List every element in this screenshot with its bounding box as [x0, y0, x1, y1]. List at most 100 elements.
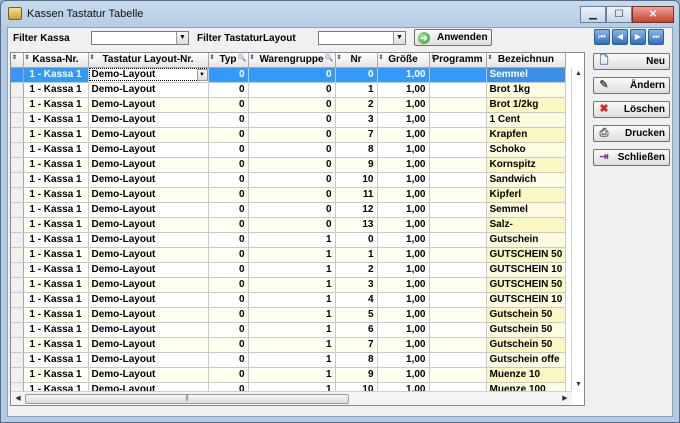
table-cell[interactable]: 1,00 [377, 172, 430, 188]
table-cell[interactable]: Demo-Layout [88, 202, 209, 218]
table-cell[interactable]: 0 [208, 82, 249, 98]
table-cell[interactable] [429, 247, 487, 263]
table-cell[interactable]: 1 - Kassa 1 [23, 157, 89, 173]
table-cell[interactable]: 1,00 [377, 307, 430, 323]
table-cell[interactable]: 0 [208, 202, 249, 218]
table-cell[interactable] [429, 232, 487, 248]
table-cell[interactable] [429, 142, 487, 158]
table-cell[interactable]: 0 [248, 67, 336, 83]
next-record-button[interactable]: ▶ [630, 29, 646, 45]
table-cell[interactable]: 7 [335, 337, 378, 353]
table-cell[interactable]: 0 [248, 187, 336, 203]
table-row[interactable]: 1 - Kassa 1 Demo-Layout 0 0 12 1,00 Semmel [11, 202, 567, 218]
table-row[interactable]: 1 - Kassa 1 Demo-Layout 0 1 8 1,00 Gutschein o… [11, 352, 567, 368]
table-cell[interactable]: Demo-Layout [88, 262, 209, 278]
table-cell[interactable]: Schoko [486, 142, 567, 158]
table-cell[interactable]: 1 [335, 82, 378, 98]
previous-record-button[interactable]: ◀ [612, 29, 628, 45]
table-cell[interactable] [429, 322, 487, 338]
table-cell[interactable]: 1 - Kassa 1 [23, 337, 89, 353]
table-row[interactable]: 1 - Kassa 1 Demo-Layout 0 1 7 1,00 Gutschein 5… [11, 337, 567, 353]
table-cell[interactable]: Semmel [486, 67, 567, 83]
table-cell[interactable]: 0 [208, 157, 249, 173]
filter-kassa-combo[interactable]: ▼ [91, 31, 189, 45]
table-cell[interactable]: 0 [208, 232, 249, 248]
table-cell[interactable]: 1,00 [377, 97, 430, 113]
row-header[interactable] [11, 367, 24, 383]
horizontal-scrollbar[interactable]: ◀ ⫼ ▶ [11, 391, 572, 405]
vertical-scrollbar[interactable]: ▲ ▼ [571, 68, 584, 390]
table-cell[interactable]: 0 [208, 337, 249, 353]
row-header[interactable] [11, 292, 24, 308]
table-row[interactable]: 1 - Kassa 1 Demo-Layout 0 1 2 1,00 GUTSCHEIN 1… [11, 262, 567, 278]
table-cell[interactable]: 1,00 [377, 82, 430, 98]
table-cell[interactable]: Demo-Layout ▼ [88, 67, 209, 83]
table-cell[interactable]: 8 [335, 352, 378, 368]
table-cell[interactable]: 1 - Kassa 1 [23, 352, 89, 368]
last-record-button[interactable]: ⏭ [648, 29, 664, 45]
table-cell[interactable]: GUTSCHEIN 10 [486, 292, 567, 308]
table-cell[interactable]: 1 - Kassa 1 [23, 97, 89, 113]
table-cell[interactable]: 3 [335, 277, 378, 293]
scroll-thumb[interactable]: ⫼ [25, 394, 349, 404]
chevron-down-icon[interactable]: ▼ [393, 32, 405, 44]
table-cell[interactable]: 0 [248, 112, 336, 128]
table-cell[interactable]: 1 [248, 322, 336, 338]
table-cell[interactable]: Demo-Layout [88, 142, 209, 158]
table-cell[interactable]: 7 [335, 127, 378, 143]
row-header[interactable] [11, 142, 24, 158]
table-row[interactable]: 1 - Kassa 1 Demo-Layout ▼ 0 0 0 1,00 Semmel [11, 67, 567, 83]
keyboard-table[interactable]: ⇕ ⇕ Kassa-Nr. ⇕ Tastatur Layout-Nr. ⇕ Typ 🔍 … [10, 52, 585, 406]
table-cell[interactable] [429, 367, 487, 383]
print-button[interactable]: ⎙ Drucken [593, 125, 670, 142]
row-header[interactable] [11, 352, 24, 368]
table-row[interactable]: 1 - Kassa 1 Demo-Layout 0 1 1 1,00 GUTSCHEIN 5… [11, 247, 567, 263]
table-cell[interactable] [429, 67, 487, 83]
column-header[interactable]: ⇕ Typ 🔍 [208, 53, 249, 68]
table-row[interactable]: 1 - Kassa 1 Demo-Layout 0 0 1 1,00 Brot 1kg [11, 82, 567, 98]
table-cell[interactable]: Demo-Layout [88, 172, 209, 188]
table-cell[interactable]: Demo-Layout [88, 127, 209, 143]
table-cell[interactable]: 1 - Kassa 1 [23, 307, 89, 323]
row-header[interactable] [11, 262, 24, 278]
table-cell[interactable]: Gutschein offe [486, 352, 567, 368]
table-cell[interactable]: 1,00 [377, 277, 430, 293]
table-cell[interactable]: Demo-Layout [88, 187, 209, 203]
table-cell[interactable]: 1,00 [377, 292, 430, 308]
table-cell[interactable]: Semmel [486, 202, 567, 218]
close-window-button[interactable]: ✕ [632, 6, 674, 23]
table-cell[interactable]: 1 - Kassa 1 [23, 247, 89, 263]
table-row[interactable]: 1 - Kassa 1 Demo-Layout 0 0 2 1,00 Brot 1/2kg [11, 97, 567, 113]
table-cell[interactable]: GUTSCHEIN 50 [486, 277, 567, 293]
table-row[interactable]: 1 - Kassa 1 Demo-Layout 0 0 3 1,00 1 Cent [11, 112, 567, 128]
table-cell[interactable]: 1,00 [377, 337, 430, 353]
table-cell[interactable] [429, 157, 487, 173]
scroll-left-icon[interactable]: ◀ [12, 393, 24, 405]
search-icon[interactable]: 🔍 [325, 54, 334, 62]
table-cell[interactable]: 0 [248, 142, 336, 158]
table-cell[interactable]: 0 [208, 142, 249, 158]
table-cell[interactable]: 1 [248, 262, 336, 278]
chevron-down-icon[interactable]: ▼ [196, 68, 207, 81]
table-cell[interactable]: Krapfen [486, 127, 567, 143]
table-cell[interactable]: 1 [248, 292, 336, 308]
table-cell[interactable]: 1,00 [377, 67, 430, 83]
table-cell[interactable]: 6 [335, 322, 378, 338]
table-cell[interactable] [429, 307, 487, 323]
table-cell[interactable]: 1 - Kassa 1 [23, 127, 89, 143]
table-cell[interactable]: Demo-Layout [88, 157, 209, 173]
table-cell[interactable]: Muenze 10 [486, 367, 567, 383]
table-row[interactable]: 1 - Kassa 1 Demo-Layout 0 1 3 1,00 GUTSCHEIN 5… [11, 277, 567, 293]
table-cell[interactable]: 1 [248, 277, 336, 293]
table-cell[interactable]: 1,00 [377, 262, 430, 278]
row-header[interactable] [11, 232, 24, 248]
table-cell[interactable]: 1,00 [377, 322, 430, 338]
table-cell[interactable]: Brot 1/2kg [486, 97, 567, 113]
scroll-right-icon[interactable]: ▶ [559, 393, 571, 405]
table-cell[interactable]: 1,00 [377, 142, 430, 158]
table-cell[interactable]: Sandwich [486, 172, 567, 188]
table-cell[interactable]: GUTSCHEIN 10 [486, 262, 567, 278]
table-cell[interactable]: 1 - Kassa 1 [23, 232, 89, 248]
row-header[interactable] [11, 127, 24, 143]
row-header[interactable] [11, 97, 24, 113]
